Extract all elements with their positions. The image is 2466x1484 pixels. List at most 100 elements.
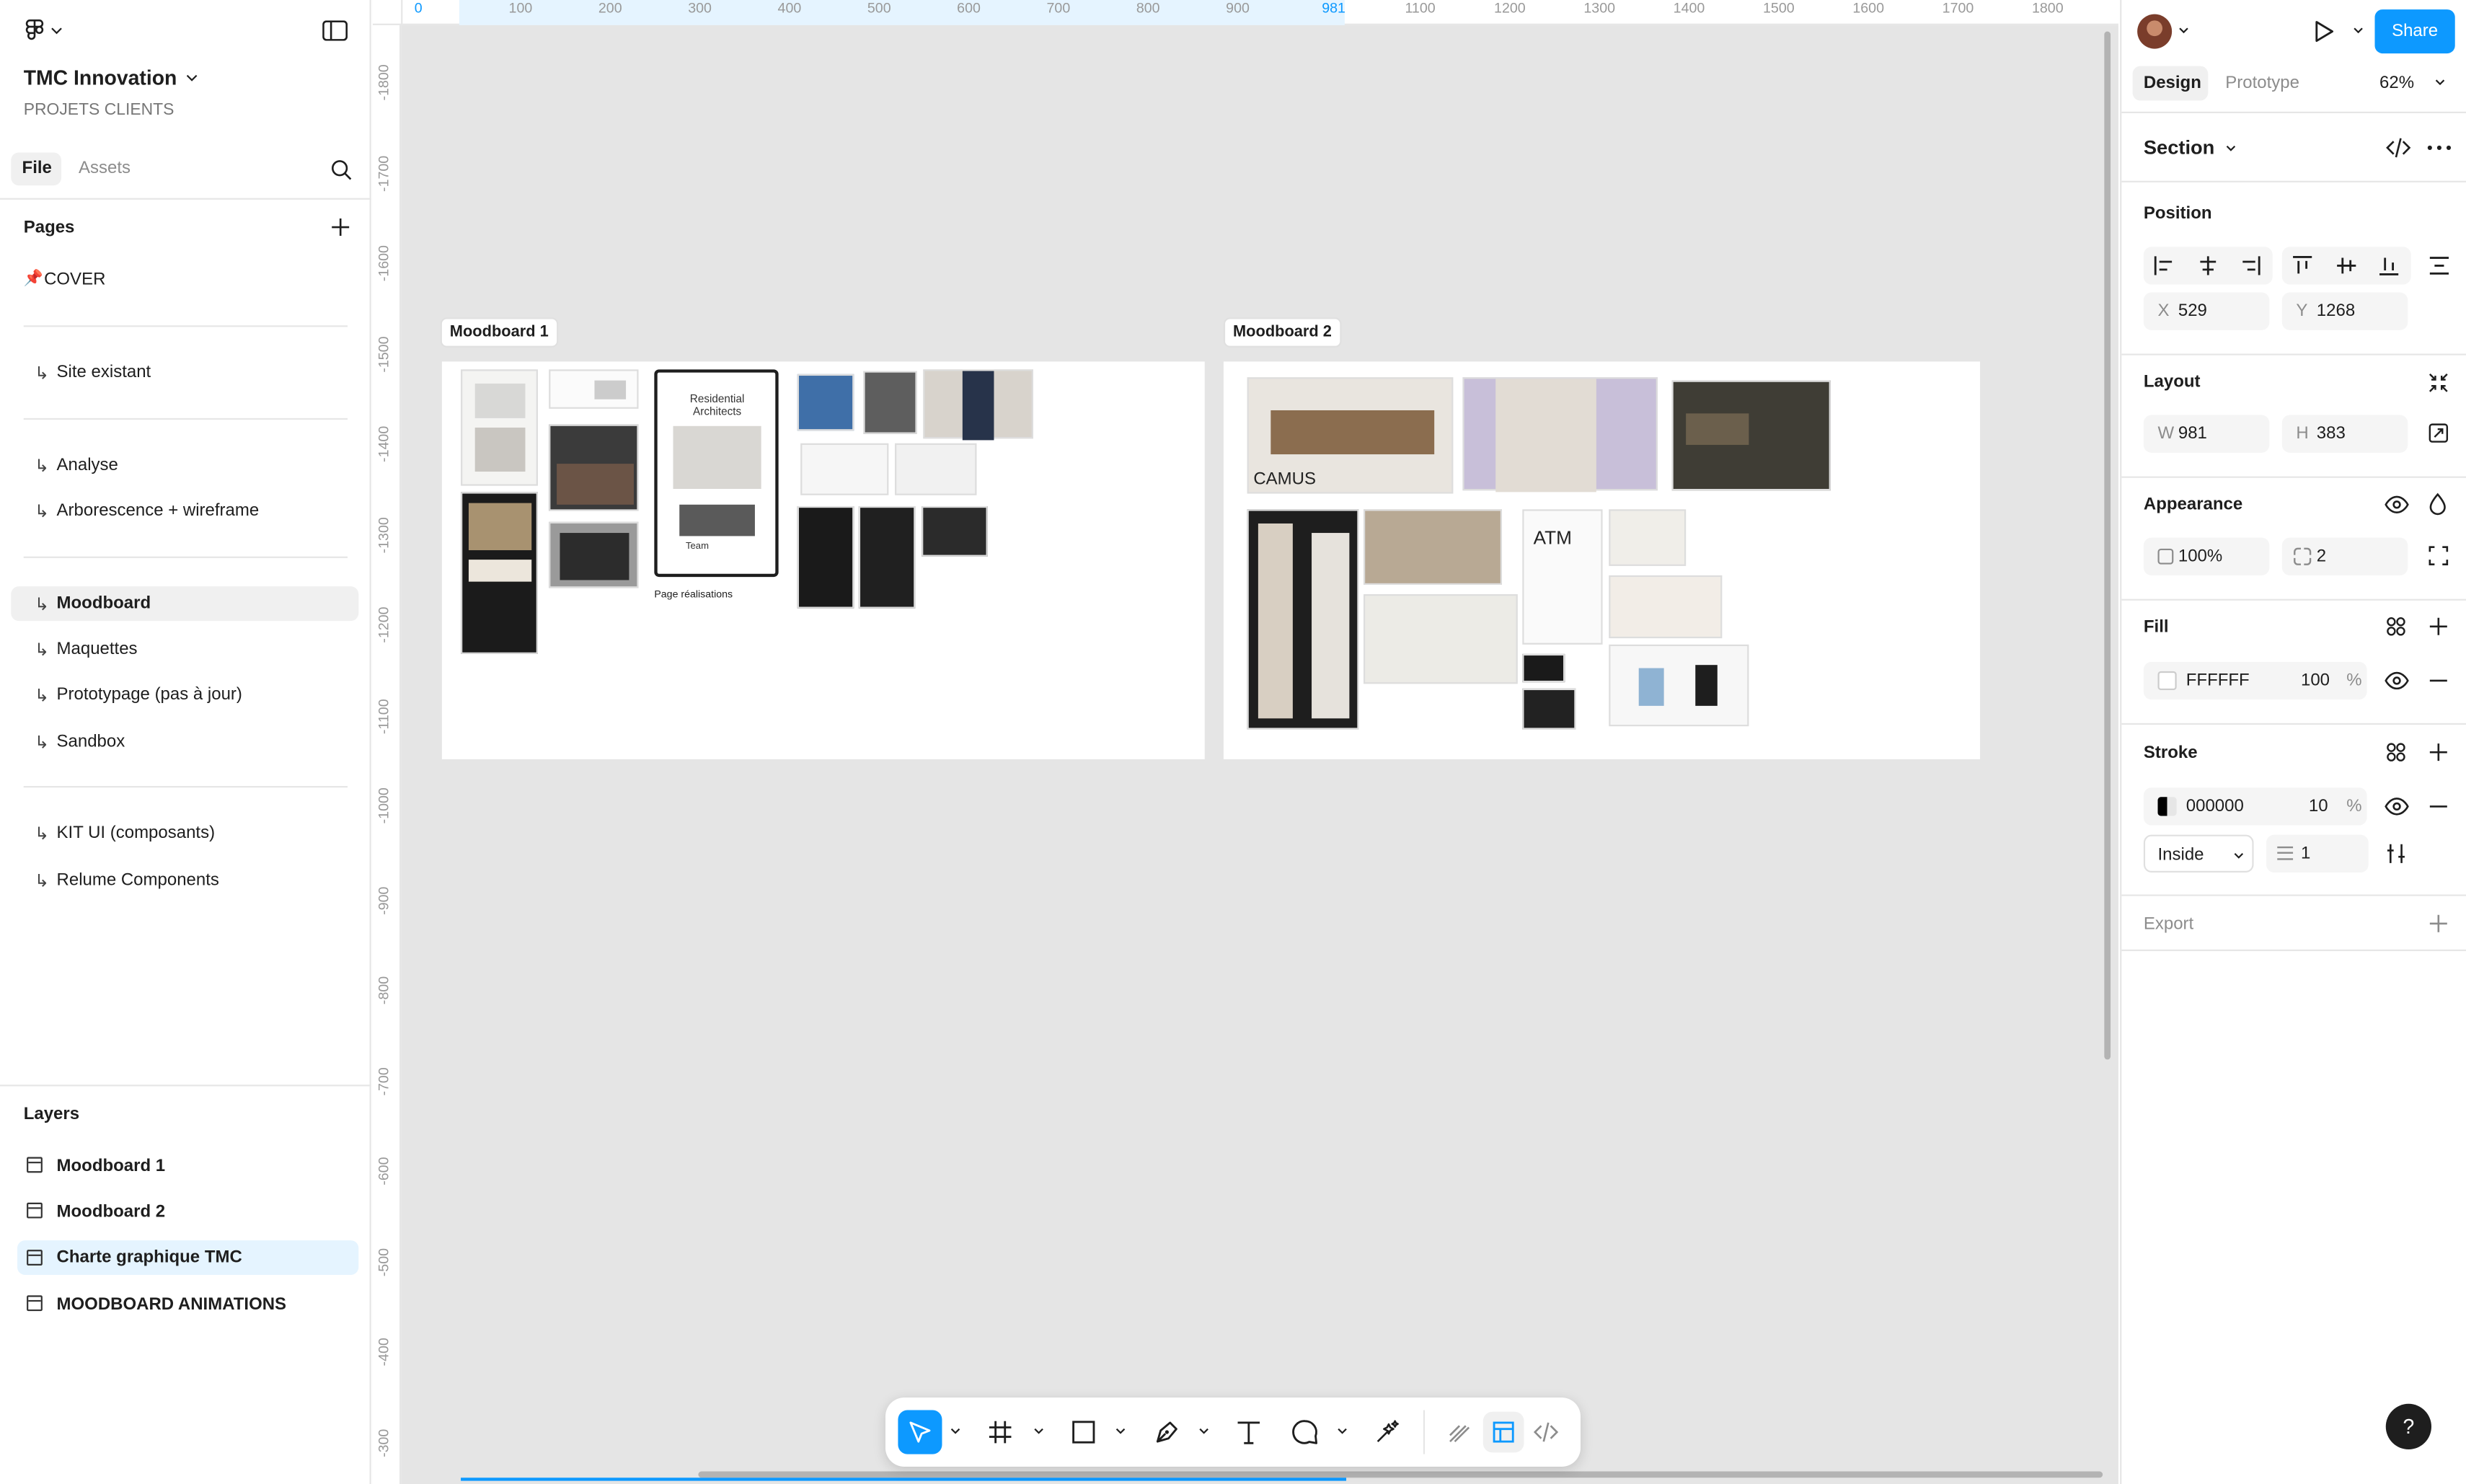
page-item-moodboard[interactable]: Moodboard — [57, 594, 151, 613]
move-tool-button[interactable] — [898, 1410, 942, 1454]
rectangle-tool-icon[interactable] — [1071, 1420, 1096, 1445]
code-icon[interactable] — [2386, 137, 2411, 159]
chevron-down-icon[interactable] — [2178, 27, 2189, 35]
section-moodboard-1[interactable]: Residential Architects Team Page réalisa… — [441, 361, 1205, 759]
moodboard-thumbnail[interactable] — [1522, 688, 1576, 730]
moodboard-thumbnail[interactable] — [923, 369, 1033, 441]
section-moodboard-2[interactable]: CAMUS ATM — [1223, 361, 1981, 759]
fill-swatch[interactable] — [2157, 671, 2177, 691]
chevron-down-icon[interactable] — [1115, 1428, 1126, 1436]
styles-grid-icon[interactable] — [2386, 742, 2406, 762]
zoom-level[interactable]: 62% — [2379, 74, 2414, 92]
moodboard-thumbnail[interactable] — [1671, 380, 1831, 491]
ai-sparkle-icon[interactable] — [1373, 1418, 1401, 1446]
chevron-down-icon[interactable] — [1337, 1428, 1348, 1436]
chevron-down-icon[interactable] — [950, 1428, 960, 1436]
align-bottom-icon[interactable] — [2378, 255, 2400, 277]
moodboard-thumbnail[interactable] — [1462, 377, 1658, 493]
design-mode-button[interactable] — [1482, 1411, 1524, 1453]
visibility-eye-icon[interactable] — [2385, 671, 2410, 690]
canvas[interactable]: 0 100 200 300 400 500 600 700 800 900 981 1100 1200 1… — [372, 0, 2118, 1484]
width-field[interactable]: W 981 — [2143, 415, 2270, 453]
styles-grid-icon[interactable] — [2386, 617, 2406, 637]
tab-assets[interactable]: Assets — [79, 159, 131, 177]
align-right-icon[interactable] — [2240, 255, 2262, 277]
moodboard-thumbnail[interactable] — [1364, 509, 1502, 585]
moodboard-thumbnail[interactable] — [1609, 575, 1723, 639]
align-top-icon[interactable] — [2292, 255, 2314, 277]
layer-charte-graphique[interactable]: Charte graphique TMC — [57, 1248, 242, 1267]
y-position-field[interactable]: Y 1268 — [2281, 292, 2408, 330]
moodboard-thumbnail[interactable]: CAMUS — [1247, 377, 1454, 494]
page-item-maquettes[interactable]: Maquettes — [57, 640, 138, 658]
selection-type[interactable]: Section — [2144, 137, 2214, 159]
tab-file[interactable]: File — [11, 152, 62, 186]
page-item-kit-ui[interactable]: KIT UI (composants) — [57, 823, 216, 842]
moodboard-thumbnail[interactable] — [1364, 594, 1518, 684]
moodboard-thumbnail[interactable] — [863, 371, 917, 434]
avatar[interactable] — [2137, 14, 2173, 49]
chevron-down-icon[interactable] — [2353, 27, 2364, 35]
figma-logo-icon[interactable] — [24, 19, 46, 44]
remove-stroke-icon[interactable] — [2429, 805, 2449, 808]
frame-tool-icon[interactable] — [988, 1420, 1013, 1445]
align-left-icon[interactable] — [2153, 255, 2175, 277]
x-position-field[interactable]: X 529 — [2143, 292, 2270, 330]
height-field[interactable]: H 383 — [2281, 415, 2408, 453]
moodboard-thumbnail[interactable] — [797, 374, 854, 431]
stroke-weight-field[interactable]: 1 — [2266, 834, 2369, 873]
page-item-analyse[interactable]: Analyse — [57, 456, 118, 474]
present-play-icon[interactable] — [2313, 19, 2335, 44]
remove-fill-icon[interactable] — [2429, 679, 2449, 682]
moodboard-thumbnail[interactable] — [1522, 653, 1565, 683]
moodboard-thumbnail[interactable] — [797, 505, 854, 609]
tab-prototype[interactable]: Prototype — [2225, 74, 2299, 92]
visibility-eye-icon[interactable] — [2385, 495, 2410, 514]
align-middle-icon[interactable] — [2335, 255, 2358, 277]
tab-design[interactable]: Design — [2132, 66, 2209, 101]
page-item-relume[interactable]: Relume Components — [57, 871, 219, 890]
distribute-icon[interactable] — [2429, 255, 2451, 277]
moodboard-thumbnail[interactable] — [858, 505, 916, 609]
chevron-down-icon[interactable] — [1198, 1428, 1209, 1436]
vertical-scrollbar[interactable] — [2104, 31, 2111, 1060]
blend-mode-drop-icon[interactable] — [2429, 492, 2447, 516]
share-button[interactable]: Share — [2374, 9, 2455, 54]
stroke-color-field[interactable]: 000000 10 % — [2143, 787, 2367, 826]
moodboard-thumbnail-phone[interactable]: Residential Architects Team — [654, 369, 779, 578]
chevron-down-icon[interactable] — [1033, 1428, 1044, 1436]
moodboard-thumbnail[interactable] — [549, 424, 639, 511]
opacity-field[interactable]: 100% — [2143, 537, 2270, 575]
page-item-site-existant[interactable]: Site existant — [57, 363, 151, 382]
moodboard-thumbnail[interactable] — [461, 369, 538, 486]
panel-toggle-icon[interactable] — [322, 20, 348, 41]
shrink-icon[interactable] — [2429, 373, 2449, 393]
add-stroke-icon[interactable] — [2429, 742, 2449, 762]
moodboard-thumbnail[interactable] — [549, 521, 639, 588]
align-center-horizontal-icon[interactable] — [2197, 255, 2219, 277]
comment-tool-icon[interactable] — [1291, 1418, 1320, 1446]
stroke-settings-icon[interactable] — [2386, 843, 2408, 865]
moodboard-thumbnail[interactable] — [549, 369, 639, 409]
chevron-down-icon[interactable] — [50, 27, 63, 36]
project-title[interactable]: TMC Innovation — [24, 66, 177, 90]
independent-corners-icon[interactable] — [2429, 545, 2449, 565]
chevron-down-icon[interactable] — [2434, 79, 2445, 87]
more-options-icon[interactable] — [2426, 143, 2452, 152]
help-button[interactable]: ? — [2385, 1403, 2432, 1450]
page-item-cover[interactable]: COVER — [44, 270, 105, 289]
draw-mode-icon[interactable] — [1447, 1420, 1472, 1445]
moodboard-thumbnail[interactable] — [1609, 509, 1687, 566]
dev-mode-icon[interactable] — [1533, 1420, 1559, 1445]
chevron-down-icon[interactable] — [2225, 145, 2236, 153]
page-item-sandbox[interactable]: Sandbox — [57, 733, 125, 751]
add-page-icon[interactable] — [330, 217, 350, 237]
visibility-eye-icon[interactable] — [2385, 797, 2410, 816]
layer-moodboard-2[interactable]: Moodboard 2 — [57, 1203, 166, 1222]
chevron-down-icon[interactable] — [185, 74, 198, 83]
stroke-position-select[interactable]: Inside — [2143, 834, 2254, 873]
moodboard-thumbnail[interactable] — [1247, 509, 1359, 730]
add-export-icon[interactable] — [2429, 914, 2449, 934]
text-tool-icon[interactable] — [1234, 1418, 1263, 1446]
layer-moodboard-1[interactable]: Moodboard 1 — [57, 1157, 166, 1176]
